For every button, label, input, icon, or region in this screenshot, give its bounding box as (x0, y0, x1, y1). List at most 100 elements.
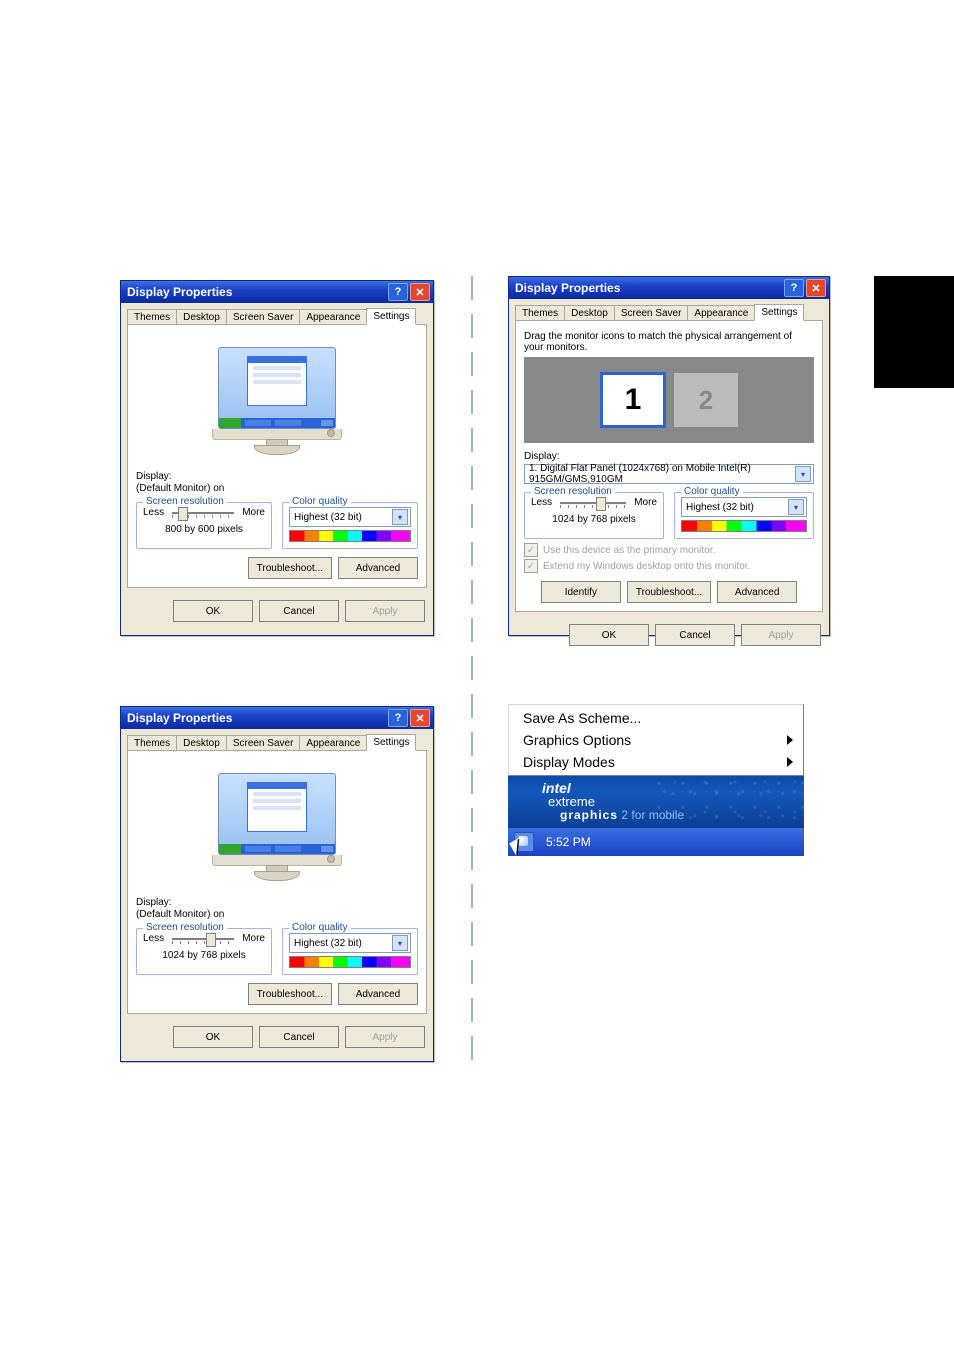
color-quality-select[interactable]: Highest (32 bit) ▾ (289, 507, 411, 527)
tab-screen-saver[interactable]: Screen Saver (226, 309, 301, 325)
tab-screen-saver[interactable]: Screen Saver (226, 735, 301, 751)
display-properties-dialog-1: Display Properties ? ✕ Themes Desktop Sc… (120, 280, 434, 636)
monitor-preview (136, 761, 418, 889)
screen-resolution-legend: Screen resolution (531, 486, 615, 497)
slider-more-label: More (634, 497, 657, 508)
screen-resolution-group: Screen resolution Less More 1024 by 768 … (524, 492, 664, 539)
slider-less-label: Less (143, 933, 164, 944)
display-label: Display: (136, 471, 418, 482)
color-quality-group: Color quality Highest (32 bit) ▾ (674, 492, 814, 539)
tab-settings[interactable]: Settings (366, 734, 416, 751)
extend-desktop-label: Extend my Windows desktop onto this moni… (543, 561, 750, 572)
display-value: (Default Monitor) on (136, 909, 418, 920)
color-quality-select[interactable]: Highest (32 bit) ▾ (681, 497, 807, 517)
banner-line2: extreme (548, 794, 595, 809)
tab-appearance[interactable]: Appearance (687, 305, 755, 321)
color-quality-legend: Color quality (681, 486, 743, 497)
tab-themes[interactable]: Themes (127, 309, 177, 325)
color-quality-select[interactable]: Highest (32 bit) ▾ (289, 933, 411, 953)
resolution-value: 800 by 600 pixels (143, 524, 265, 535)
ok-button[interactable]: OK (173, 600, 253, 622)
tab-settings[interactable]: Settings (754, 304, 804, 321)
vertical-divider (470, 276, 474, 1108)
troubleshoot-button[interactable]: Troubleshoot... (248, 983, 332, 1005)
tabs: Themes Desktop Screen Saver Appearance S… (121, 729, 433, 750)
tab-body: Display: (Default Monitor) on Screen res… (127, 750, 427, 1014)
help-button[interactable]: ? (388, 283, 408, 301)
menu-display-modes-label: Display Modes (523, 754, 615, 770)
tab-desktop[interactable]: Desktop (176, 735, 227, 751)
arrow-right-icon (787, 735, 793, 745)
tab-themes[interactable]: Themes (127, 735, 177, 751)
troubleshoot-button[interactable]: Troubleshoot... (627, 581, 711, 603)
identify-button[interactable]: Identify (541, 581, 621, 603)
tab-desktop[interactable]: Desktop (564, 305, 615, 321)
troubleshoot-button[interactable]: Troubleshoot... (248, 557, 332, 579)
close-button[interactable]: ✕ (410, 709, 430, 727)
tab-themes[interactable]: Themes (515, 305, 565, 321)
advanced-button[interactable]: Advanced (717, 581, 797, 603)
tab-settings[interactable]: Settings (366, 308, 416, 325)
menu-graphics-options-label: Graphics Options (523, 732, 631, 748)
tabs: Themes Desktop Screen Saver Appearance S… (509, 299, 829, 320)
apply-button[interactable]: Apply (345, 600, 425, 622)
ok-button[interactable]: OK (569, 624, 649, 646)
close-button[interactable]: ✕ (806, 279, 826, 297)
ok-button[interactable]: OK (173, 1026, 253, 1048)
menu-display-modes[interactable]: Display Modes (509, 751, 803, 773)
resolution-value: 1024 by 768 pixels (143, 950, 265, 961)
cancel-button[interactable]: Cancel (259, 1026, 339, 1048)
apply-button[interactable]: Apply (741, 624, 821, 646)
primary-monitor-label: Use this device as the primary monitor. (543, 545, 715, 556)
drag-monitors-help: Drag the monitor icons to match the phys… (524, 331, 814, 353)
resolution-slider[interactable] (172, 938, 234, 940)
color-quality-value: Highest (32 bit) (294, 938, 392, 949)
cancel-button[interactable]: Cancel (655, 624, 735, 646)
window-title: Display Properties (127, 711, 232, 725)
help-button[interactable]: ? (388, 709, 408, 727)
display-properties-dialog-2: Display Properties ? ✕ Themes Desktop Sc… (120, 706, 434, 1062)
menu-save-scheme-label: Save As Scheme... (523, 710, 641, 726)
tab-appearance[interactable]: Appearance (299, 735, 367, 751)
screen-resolution-group: Screen resolution Less More 1024 by 768 … (136, 928, 272, 975)
arrow-right-icon (787, 757, 793, 767)
slider-more-label: More (242, 933, 265, 944)
advanced-button[interactable]: Advanced (338, 557, 418, 579)
tab-appearance[interactable]: Appearance (299, 309, 367, 325)
slider-less-label: Less (531, 497, 552, 508)
menu-graphics-options[interactable]: Graphics Options (509, 729, 803, 751)
monitor-2-icon[interactable]: 2 (674, 373, 738, 427)
titlebar: Display Properties ? ✕ (121, 281, 433, 303)
resolution-value: 1024 by 768 pixels (531, 514, 657, 525)
chevron-down-icon: ▾ (392, 935, 408, 951)
color-quality-value: Highest (32 bit) (294, 512, 392, 523)
titlebar: Display Properties ? ✕ (509, 277, 829, 299)
resolution-slider[interactable] (560, 502, 626, 504)
slider-more-label: More (242, 507, 265, 518)
color-quality-legend: Color quality (289, 922, 351, 933)
monitor-1-icon[interactable]: 1 (600, 372, 666, 428)
close-button[interactable]: ✕ (410, 283, 430, 301)
side-black-block (874, 276, 954, 388)
tab-body: Display: (Default Monitor) on Screen res… (127, 324, 427, 588)
monitor-preview (136, 335, 418, 463)
titlebar: Display Properties ? ✕ (121, 707, 433, 729)
color-quality-value: Highest (32 bit) (686, 502, 788, 513)
display-label: Display: (524, 451, 814, 462)
slider-less-label: Less (143, 507, 164, 518)
intel-graphics-banner: intel extreme graphics 2 for mobile (508, 776, 804, 828)
display-select[interactable]: 1. Digital Flat Panel (1024x768) on Mobi… (524, 464, 814, 484)
cancel-button[interactable]: Cancel (259, 600, 339, 622)
advanced-button[interactable]: Advanced (338, 983, 418, 1005)
monitor-arrangement[interactable]: 1 2 (524, 357, 814, 443)
tab-desktop[interactable]: Desktop (176, 309, 227, 325)
menu-save-scheme[interactable]: Save As Scheme... (509, 707, 803, 729)
help-button[interactable]: ? (784, 279, 804, 297)
tab-body: Drag the monitor icons to match the phys… (515, 320, 823, 612)
apply-button[interactable]: Apply (345, 1026, 425, 1048)
tab-screen-saver[interactable]: Screen Saver (614, 305, 689, 321)
banner-line3: graphics 2 for mobile (560, 808, 684, 822)
resolution-slider[interactable] (172, 512, 234, 514)
window-title: Display Properties (127, 285, 232, 299)
display-properties-dialog-3: Display Properties ? ✕ Themes Desktop Sc… (508, 276, 830, 636)
